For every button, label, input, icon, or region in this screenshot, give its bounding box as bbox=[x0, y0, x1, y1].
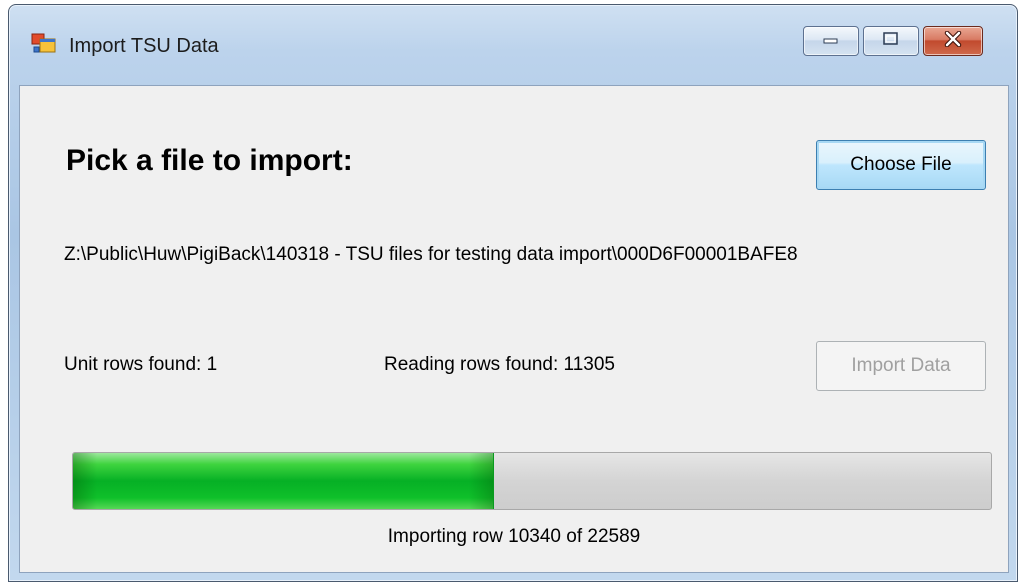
import-window: Import TSU Data Pick a file to import: C… bbox=[8, 4, 1018, 582]
windows-form-icon[interactable] bbox=[31, 33, 57, 55]
title-bar[interactable]: Import TSU Data bbox=[9, 5, 1017, 65]
caption-buttons bbox=[803, 26, 983, 56]
import-progress-bar bbox=[72, 452, 992, 510]
form-client-area: Pick a file to import: Choose File Z:\Pu… bbox=[19, 85, 1009, 573]
maximize-button[interactable] bbox=[863, 26, 919, 56]
window-title: Import TSU Data bbox=[69, 35, 219, 57]
choose-file-button[interactable]: Choose File bbox=[816, 140, 986, 190]
import-data-button[interactable]: Import Data bbox=[816, 341, 986, 391]
close-button[interactable] bbox=[923, 26, 983, 56]
maximize-icon bbox=[881, 31, 901, 52]
progress-bar-fill bbox=[73, 453, 495, 509]
close-icon bbox=[942, 30, 964, 52]
minimize-icon bbox=[821, 32, 841, 50]
page-title: Pick a file to import: bbox=[66, 144, 353, 177]
minimize-button[interactable] bbox=[803, 26, 859, 56]
unit-rows-label: Unit rows found: 1 bbox=[64, 354, 218, 375]
reading-rows-label: Reading rows found: 11305 bbox=[384, 354, 615, 375]
file-path-label: Z:\Public\Huw\PigiBack\140318 - TSU file… bbox=[64, 244, 798, 265]
progress-status-label: Importing row 10340 of 22589 bbox=[387, 526, 641, 547]
